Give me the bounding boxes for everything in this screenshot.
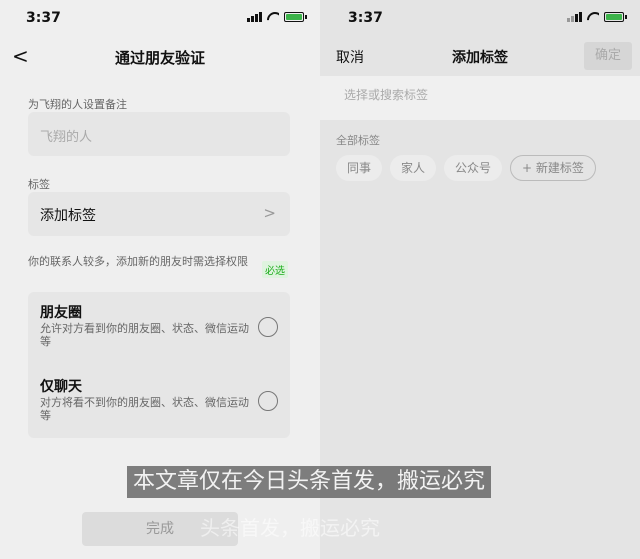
new-tag-button[interactable]: + 新建标签 xyxy=(510,155,596,181)
watermark: 本文章仅在今日头条首发，搬运必究 xyxy=(127,466,492,498)
watermark-faded: 头条首发，搬运必究 xyxy=(200,516,380,540)
status-bar: 3:37 xyxy=(320,0,640,34)
radio-circle-icon[interactable] xyxy=(258,391,278,411)
status-bar: 3:37 xyxy=(0,0,320,34)
chevron-right-icon: > xyxy=(263,204,276,222)
confirm-button[interactable]: 确定 xyxy=(584,42,632,70)
signal-icon xyxy=(247,12,262,22)
permission-options: 朋友圈 允许对方看到你的朋友圈、状态、微信运动等 仅聊天 对方将看不到你的朋友圈… xyxy=(28,292,290,438)
nav-bar: 取消 添加标签 确定 xyxy=(320,40,640,74)
status-time: 3:37 xyxy=(348,10,383,26)
battery-icon xyxy=(604,12,627,22)
tag-chips: 同事 家人 公众号 + 新建标签 xyxy=(336,155,596,181)
wifi-icon xyxy=(587,12,599,22)
status-time: 3:37 xyxy=(26,10,61,26)
radio-circle-icon[interactable] xyxy=(258,317,278,337)
required-badge: 必选 xyxy=(262,261,288,278)
all-tags-label: 全部标签 xyxy=(336,134,380,147)
nav-bar: < 通过朋友验证 xyxy=(0,40,320,74)
option-chat-only[interactable]: 仅聊天 对方将看不到你的朋友圈、状态、微信运动等 xyxy=(28,366,290,436)
tag-label: 标签 xyxy=(28,178,50,191)
option-moments[interactable]: 朋友圈 允许对方看到你的朋友圈、状态、微信运动等 xyxy=(28,292,290,362)
remark-label: 为飞翔的人设置备注 xyxy=(28,98,127,111)
tag-search-input[interactable] xyxy=(344,88,604,102)
tag-chip-family[interactable]: 家人 xyxy=(390,155,437,181)
option-desc: 对方将看不到你的朋友圈、状态、微信运动等 xyxy=(40,396,249,422)
page-title: 通过朋友验证 xyxy=(114,49,205,67)
remark-placeholder: 飞翔的人 xyxy=(40,130,93,145)
tag-chip-colleague[interactable]: 同事 xyxy=(336,155,383,181)
option-title: 朋友圈 xyxy=(40,305,82,321)
signal-icon xyxy=(567,12,582,22)
add-tag-row[interactable]: 添加标签 > xyxy=(28,192,290,236)
tag-chip-official[interactable]: 公众号 xyxy=(444,155,503,181)
tag-search-bar xyxy=(320,76,640,120)
add-tag-text: 添加标签 xyxy=(40,208,96,224)
option-desc: 允许对方看到你的朋友圈、状态、微信运动等 xyxy=(40,322,249,348)
wifi-icon xyxy=(267,12,279,22)
battery-icon xyxy=(284,12,307,22)
option-title: 仅聊天 xyxy=(40,379,82,395)
remark-input[interactable]: 飞翔的人 xyxy=(28,112,290,156)
permission-label: 你的联系人较多，添加新的朋友时需选择权限 xyxy=(28,255,248,268)
